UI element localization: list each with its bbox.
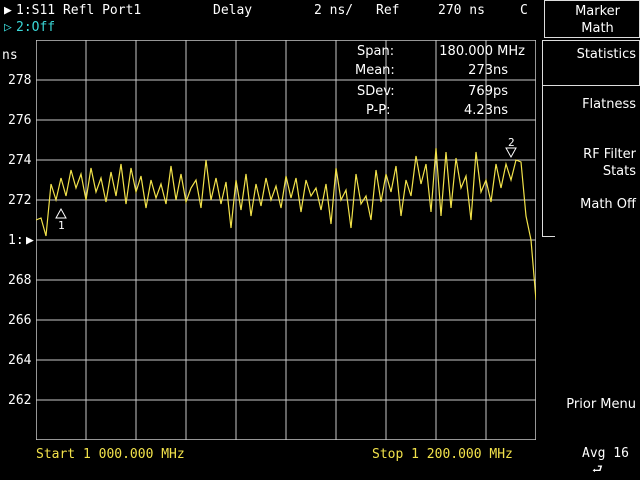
channel1-indicator-icon: ▶ — [4, 3, 12, 18]
ref-arrow-icon: ▶ — [26, 233, 34, 248]
y-tick-label: 266 — [8, 313, 32, 328]
marker-triangle-icon — [55, 207, 67, 219]
channel2-label[interactable]: 2:Off — [16, 20, 55, 35]
mean-label: Mean: — [355, 63, 395, 78]
plot-area: 12 — [36, 40, 536, 440]
graticule[interactable]: 12 — [36, 40, 536, 440]
format-label[interactable]: Delay — [213, 3, 252, 18]
channel2-indicator-icon: ▷ — [4, 20, 12, 35]
pp-label: P-P: — [366, 103, 391, 118]
softkey-flatness[interactable]: Flatness — [582, 96, 636, 113]
coupling-label: C — [520, 3, 528, 18]
mean-value: 273ns — [468, 63, 508, 78]
softkey-group-bracket — [542, 84, 555, 237]
sdev-label: SDev: — [357, 84, 395, 99]
y-tick-label: 276 — [8, 113, 32, 128]
pp-value: 4.23ns — [464, 103, 508, 118]
y-tick-label: 272 — [8, 193, 32, 208]
y-tick-label: 264 — [8, 353, 32, 368]
averaging-indicator: Avg 16 — [582, 446, 629, 461]
enter-key-icon: ⮐ — [592, 462, 603, 476]
ref-value[interactable]: 270 ns — [438, 3, 485, 18]
softkey-rf-filter-stats[interactable]: RF Filter Stats — [583, 146, 636, 180]
stop-frequency[interactable]: Stop 1 200.000 MHz — [372, 447, 513, 462]
softkey-menu-title: Marker Math — [575, 4, 620, 36]
y-tick-label: 278 — [8, 73, 32, 88]
y-tick-label: 262 — [8, 393, 32, 408]
scale-label[interactable]: 2 ns/ — [314, 3, 353, 18]
softkey-math-off[interactable]: Math Off — [580, 196, 636, 213]
y-tick-label: 268 — [8, 273, 32, 288]
marker-label: 1 — [58, 219, 65, 232]
y-tick-label: 274 — [8, 153, 32, 168]
marker-label: 2 — [508, 136, 515, 149]
ref-label: Ref — [376, 3, 400, 18]
channel1-label[interactable]: 1:S11 Refl Port1 — [16, 3, 141, 18]
marker-triangle-icon — [505, 147, 517, 159]
y-unit-label: ns — [2, 48, 18, 63]
span-value: 180.000 MHz — [439, 44, 525, 59]
softkey-prior-menu[interactable]: Prior Menu — [566, 396, 636, 413]
softkey-statistics[interactable]: Statistics — [577, 46, 636, 63]
span-label: Span: — [357, 44, 395, 59]
start-frequency[interactable]: Start 1 000.000 MHz — [36, 447, 185, 462]
ref-position-label: 1: — [8, 233, 24, 248]
sdev-value: 769ps — [468, 84, 508, 99]
